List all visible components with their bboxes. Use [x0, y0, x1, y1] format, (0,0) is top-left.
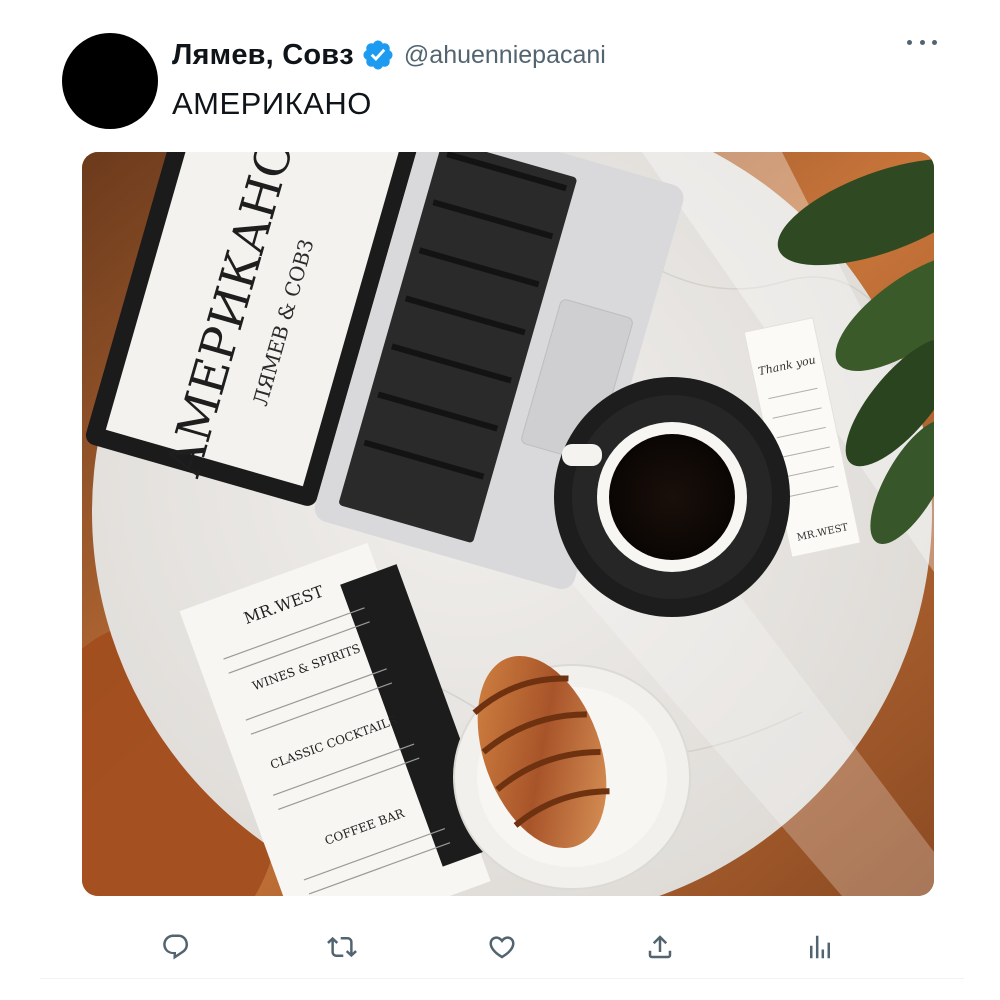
- like-button[interactable]: [482, 922, 522, 972]
- tweet-text: АМЕРИКАНО: [172, 86, 372, 121]
- tweet-header: Лямев, Совз @ahuenniepacani: [172, 38, 606, 72]
- retweet-icon: [327, 936, 357, 958]
- more-dot-icon: [932, 39, 937, 45]
- retweet-button[interactable]: [322, 922, 362, 972]
- display-name[interactable]: Лямев, Совз: [172, 39, 354, 72]
- tweet-media-photo[interactable]: АМЕРИКАНО ЛЯМЕВ & СОВЗ MR.WEST WINES & S…: [82, 152, 934, 896]
- divider: [40, 978, 964, 979]
- tweet-actions-bar: [0, 922, 1000, 972]
- share-icon: [648, 935, 672, 959]
- cafe-table-photo: АМЕРИКАНО ЛЯМЕВ & СОВЗ MR.WEST WINES & S…: [82, 152, 934, 896]
- share-button[interactable]: [640, 922, 680, 972]
- analytics-button[interactable]: [800, 922, 840, 972]
- verified-badge-icon: [363, 40, 393, 70]
- more-dot-icon: [907, 39, 912, 45]
- more-dot-icon: [919, 39, 925, 45]
- reply-icon: [163, 934, 189, 960]
- more-options-button[interactable]: [904, 30, 940, 54]
- cup-handle: [562, 444, 602, 466]
- reply-button[interactable]: [156, 922, 196, 972]
- americano-coffee: [609, 434, 735, 560]
- analytics-icon: [810, 935, 830, 959]
- avatar[interactable]: [62, 33, 158, 129]
- user-handle[interactable]: @ahuenniepacani: [404, 41, 606, 70]
- like-icon: [489, 936, 515, 959]
